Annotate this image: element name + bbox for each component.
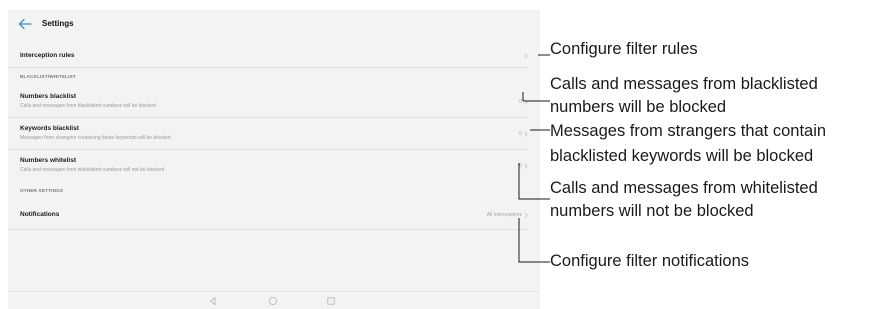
chevron-right-icon [524, 163, 528, 169]
notifications-value: All interceptions [486, 212, 522, 218]
back-triangle-icon[interactable] [208, 296, 218, 306]
row-title: Notifications [20, 211, 60, 218]
row-numbers-blacklist[interactable]: Numbers blacklist Calls and messages fro… [8, 86, 540, 118]
app-header: Settings [8, 10, 540, 40]
recents-square-icon[interactable] [326, 296, 336, 306]
callout-notifications: Configure filter notifications [550, 252, 750, 270]
chevron-right-icon [524, 131, 528, 137]
callout-keywords-line1: Messages from strangers that contain [550, 122, 827, 140]
system-nav-bar [8, 291, 540, 309]
chevron-right-icon [524, 99, 528, 105]
section-heading-blacklist: BLACKLIST/WHITELIST [20, 74, 76, 79]
chevron-right-icon [524, 212, 528, 218]
page-title: Settings [42, 19, 74, 28]
callout-whitelist-line1: Calls and messages from whitelisted [550, 179, 818, 197]
divider [8, 229, 528, 230]
row-interception-rules[interactable]: Interception rules [8, 42, 540, 68]
callout-blacklist-line2: numbers will be blocked [550, 98, 727, 116]
chevron-right-icon [524, 53, 528, 59]
row-title: Interception rules [20, 52, 75, 59]
row-subtitle: Messages from strangers containing these… [20, 135, 171, 141]
count-value: 0 [519, 99, 522, 105]
home-circle-icon[interactable] [268, 296, 278, 306]
count-value: 0 [519, 163, 522, 169]
row-title: Numbers whitelist [20, 157, 76, 164]
callout-blacklist-line1: Calls and messages from blacklisted [550, 75, 818, 93]
callout-whitelist-line2: numbers will not be blocked [550, 202, 754, 220]
settings-screen: Settings Interception rules BLACKLIST/WH… [8, 10, 540, 309]
callout-keywords-line2: blacklisted keywords will be blocked [550, 147, 814, 165]
count-value: 0 [519, 131, 522, 137]
row-notifications[interactable]: Notifications All interceptions [8, 200, 540, 230]
section-heading-other: OTHER SETTINGS [20, 188, 64, 193]
divider [8, 67, 528, 68]
arrow-left-icon[interactable] [18, 18, 32, 30]
row-keywords-blacklist[interactable]: Keywords blacklist Messages from strange… [8, 118, 540, 150]
figure: Settings Interception rules BLACKLIST/WH… [0, 0, 874, 309]
row-numbers-whitelist[interactable]: Numbers whitelist Calls and messages fro… [8, 150, 540, 182]
row-title: Keywords blacklist [20, 125, 79, 132]
row-subtitle: Calls and messages from blacklisted numb… [20, 103, 156, 109]
row-subtitle: Calls and messages from whitelisted numb… [20, 167, 165, 173]
callout-rules: Configure filter rules [550, 40, 698, 58]
row-title: Numbers blacklist [20, 93, 76, 100]
